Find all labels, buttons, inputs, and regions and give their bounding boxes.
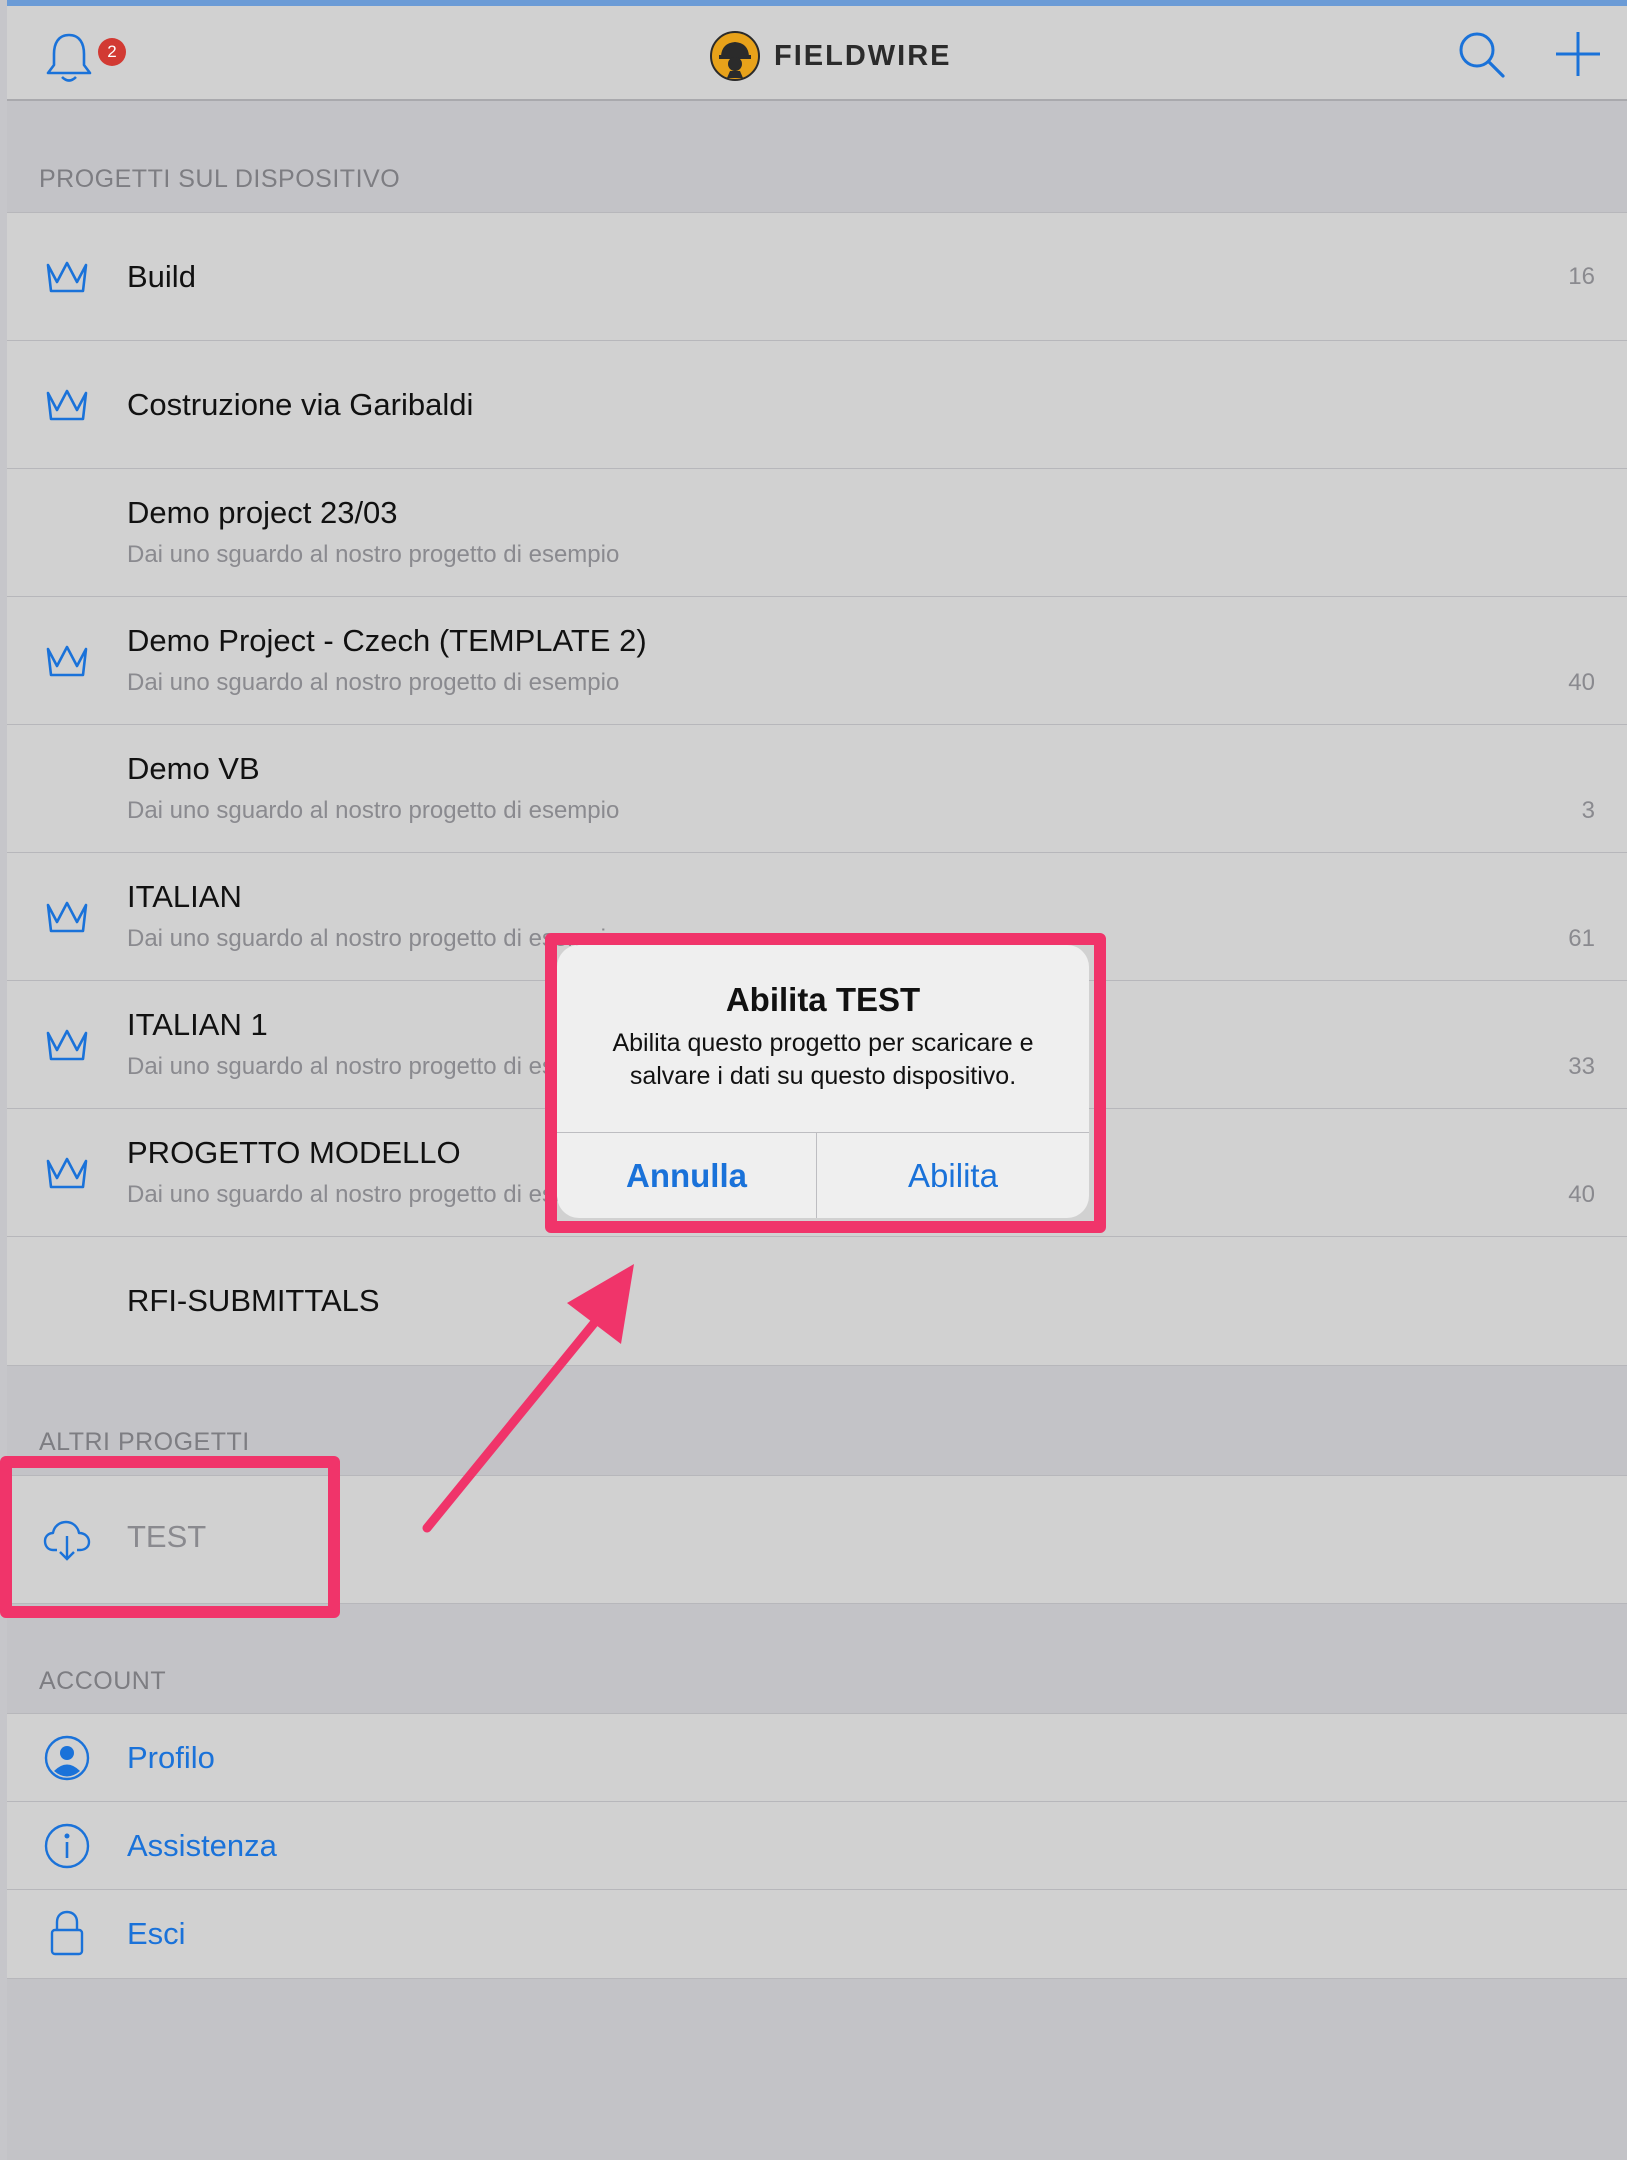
- annotation-arrow-icon: [422, 1264, 634, 1533]
